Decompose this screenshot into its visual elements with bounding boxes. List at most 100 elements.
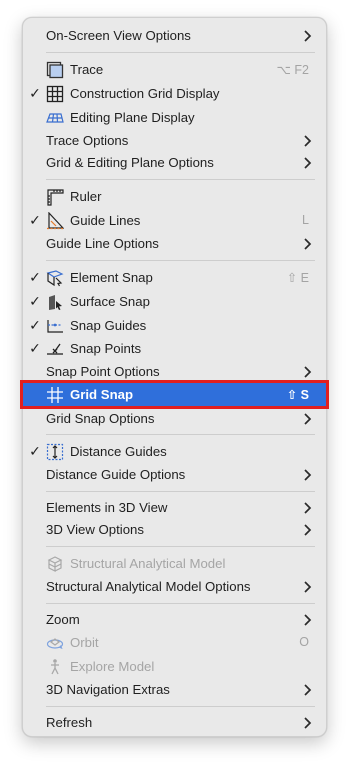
menu-item-label: Refresh — [46, 715, 93, 730]
menu-item-label: Snap Point Options — [46, 364, 160, 379]
menu-item-structural-analytical-model: Structural Analytical Model — [23, 552, 326, 575]
ruler-icon — [46, 188, 64, 206]
menu-item-orbit: Orbit O — [23, 631, 326, 654]
chevron-right-icon — [304, 135, 312, 147]
menu-item-3d-navigation-extras[interactable]: 3D Navigation Extras — [23, 678, 326, 701]
menu-item-trace[interactable]: Trace ⌥ F2 — [23, 58, 326, 81]
editing-plane-icon — [46, 109, 64, 127]
menu-item-surface-snap[interactable]: ✓ Surface Snap — [23, 290, 326, 313]
menu-item-label: Structural Analytical Model Options — [46, 579, 251, 594]
chevron-right-icon — [304, 413, 312, 425]
menu-item-snap-points[interactable]: ✓ Snap Points — [23, 337, 326, 360]
chevron-right-icon — [304, 502, 312, 514]
construction-grid-icon — [46, 85, 64, 103]
shortcut-label: O — [299, 635, 309, 649]
menu-item-structural-analytical-model-options[interactable]: Structural Analytical Model Options — [23, 575, 326, 598]
menu-item-label: Grid & Editing Plane Options — [46, 155, 214, 170]
menu-item-3d-view-options[interactable]: 3D View Options — [23, 518, 326, 541]
menu-item-element-snap[interactable]: ✓ Element Snap ⇧ E — [23, 266, 326, 289]
trace-icon — [46, 61, 64, 79]
menu-item-label: Trace — [70, 62, 104, 77]
menu-item-guide-lines[interactable]: ✓ Guide Lines L — [23, 209, 326, 232]
menu-item-label: Element Snap — [70, 270, 153, 285]
orbit-icon — [46, 634, 64, 652]
menu-separator — [46, 491, 315, 492]
shortcut-label: ⇧ E — [286, 271, 309, 285]
menu-item-on-screen-view-options[interactable]: On-Screen View Options — [23, 24, 326, 47]
menu-separator — [46, 706, 315, 707]
snap-guides-icon — [46, 317, 64, 335]
menu-item-label: Elements in 3D View — [46, 500, 168, 515]
menu-item-label: 3D Navigation Extras — [46, 682, 170, 697]
checkmark-icon: ✓ — [29, 212, 41, 228]
chevron-right-icon — [304, 366, 312, 378]
menu-item-elements-in-3d-view[interactable]: Elements in 3D View — [23, 496, 326, 519]
menu-item-label: On-Screen View Options — [46, 28, 191, 43]
menu-item-distance-guides[interactable]: ✓ Distance Guides — [23, 440, 326, 463]
menu-item-label: Structural Analytical Model — [70, 556, 226, 571]
shortcut-label: L — [302, 213, 309, 227]
view-options-menu: On-Screen View Options Trace ⌥ F2 ✓ Cons… — [20, 17, 329, 737]
menu-item-label: Ruler — [70, 189, 102, 204]
checkmark-icon: ✓ — [29, 293, 41, 309]
chevron-right-icon — [304, 157, 312, 169]
menu-item-label: Distance Guide Options — [46, 467, 186, 482]
menu-item-guide-line-options[interactable]: Guide Line Options — [23, 232, 326, 255]
shortcut-label: ⌥ F2 — [276, 63, 309, 77]
menu-item-label: Trace Options — [46, 133, 129, 148]
checkmark-icon: ✓ — [29, 85, 41, 101]
menu-item-label: Zoom — [46, 612, 80, 627]
menu-separator — [46, 52, 315, 53]
menu-separator — [46, 260, 315, 261]
menu-item-editing-plane-display[interactable]: Editing Plane Display — [23, 106, 326, 129]
menu-separator — [46, 179, 315, 180]
menu-item-zoom[interactable]: Zoom — [23, 608, 326, 631]
checkmark-icon: ✓ — [29, 269, 41, 285]
surface-snap-icon — [46, 293, 64, 311]
menu-separator — [46, 546, 315, 547]
structural-model-icon — [46, 555, 64, 573]
menu-item-label: 3D View Options — [46, 522, 144, 537]
menu-item-label: Construction Grid Display — [70, 86, 220, 101]
menu-item-label: Distance Guides — [70, 444, 167, 459]
menu-item-trace-options[interactable]: Trace Options — [23, 129, 326, 152]
chevron-right-icon — [304, 581, 312, 593]
menu-item-label: Explore Model — [70, 659, 155, 674]
chevron-right-icon — [304, 524, 312, 536]
menu-item-grid-snap-options[interactable]: Grid Snap Options — [23, 407, 326, 430]
menu-item-distance-guide-options[interactable]: Distance Guide Options — [23, 463, 326, 486]
menu-separator — [46, 603, 315, 604]
guide-lines-icon — [46, 212, 64, 230]
menu-item-label: Snap Guides — [70, 318, 147, 333]
chevron-right-icon — [304, 614, 312, 626]
snap-points-icon — [46, 340, 64, 358]
chevron-right-icon — [304, 238, 312, 250]
menu-item-label: Guide Line Options — [46, 236, 159, 251]
chevron-right-icon — [304, 717, 312, 729]
distance-guides-icon — [46, 443, 64, 461]
shortcut-label: ⇧ S — [286, 388, 309, 402]
menu-item-snap-point-options[interactable]: Snap Point Options — [23, 360, 326, 383]
checkmark-icon: ✓ — [29, 340, 41, 356]
element-snap-icon — [46, 269, 64, 287]
checkmark-icon: ✓ — [29, 317, 41, 333]
menu-separator — [46, 434, 315, 435]
explore-model-icon — [46, 658, 64, 676]
chevron-right-icon — [304, 469, 312, 481]
menu-item-label: Surface Snap — [70, 294, 150, 309]
checkmark-icon: ✓ — [29, 443, 41, 459]
menu-item-label: Grid Snap — [70, 387, 134, 402]
menu-item-snap-guides[interactable]: ✓ Snap Guides — [23, 314, 326, 337]
grid-snap-icon — [46, 386, 64, 404]
chevron-right-icon — [304, 684, 312, 696]
menu-item-grid-editing-plane-options[interactable]: Grid & Editing Plane Options — [23, 151, 326, 174]
menu-item-label: Editing Plane Display — [70, 110, 195, 125]
menu-item-label: Grid Snap Options — [46, 411, 155, 426]
menu-item-refresh[interactable]: Refresh — [23, 711, 326, 734]
menu-item-grid-snap[interactable]: Grid Snap ⇧ S — [20, 380, 329, 409]
menu-item-ruler[interactable]: Ruler — [23, 185, 326, 208]
menu-item-label: Orbit — [70, 635, 99, 650]
menu-item-construction-grid-display[interactable]: ✓ Construction Grid Display — [23, 82, 326, 105]
chevron-right-icon — [304, 30, 312, 42]
menu-item-label: Snap Points — [70, 341, 142, 356]
